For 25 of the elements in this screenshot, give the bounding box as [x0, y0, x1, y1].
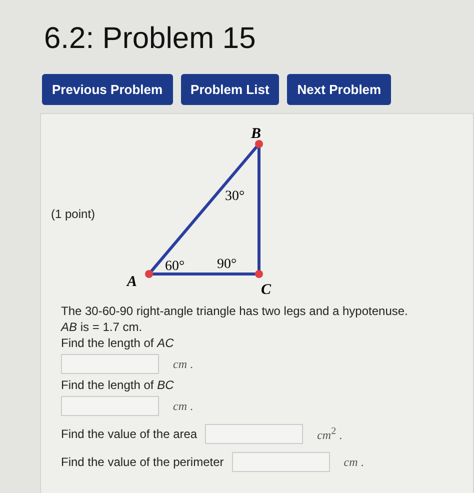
question-text: Find the value of the perimeter [61, 455, 224, 469]
unit-label: cm . [344, 454, 364, 470]
problem-text: AB is = 1.7 cm. [61, 320, 144, 334]
answer-field[interactable] [61, 396, 159, 416]
vertex-label: C [261, 282, 272, 294]
page-title: 6.2: Problem 15 [44, 22, 257, 56]
unit-label: cm . [173, 398, 193, 414]
nav-button[interactable]: Next Problem [287, 74, 392, 105]
angle-label: 30° [225, 189, 245, 204]
angle-label: 60° [165, 259, 185, 274]
points-label: (1 point) [51, 207, 96, 221]
unit-label: cm$^{2}$ . [317, 426, 342, 442]
problem-text: The 30-60-90 right-angle triangle has two legs and a hypotenuse. [61, 304, 409, 318]
unit-label: cm . [173, 356, 193, 372]
vertex-label: A [127, 274, 138, 290]
question-text: Find the length of AC [61, 336, 175, 350]
answer-field[interactable] [232, 452, 330, 472]
answer-field[interactable] [61, 354, 159, 374]
nav-button[interactable]: Problem List [180, 74, 280, 105]
answer-field[interactable] [205, 424, 304, 444]
question-text: Find the length of BC [61, 378, 175, 392]
nav-button[interactable]: Previous Problem [42, 74, 173, 105]
question-text: Find the value of the area [61, 427, 198, 441]
vertex-label: B [251, 126, 262, 142]
angle-label: 90° [217, 257, 237, 272]
